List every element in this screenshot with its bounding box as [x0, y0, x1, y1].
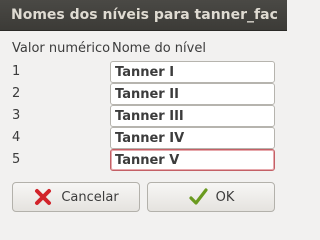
level-name-input[interactable]: [110, 83, 275, 105]
dialog-content: Valor numérico Nome do nível 1 2 3 4 5 C…: [0, 31, 287, 234]
row-number: 3: [12, 108, 21, 123]
row-number: 1: [12, 64, 21, 79]
ok-button[interactable]: OK: [147, 182, 275, 212]
row-number: 4: [12, 130, 21, 145]
cancel-label: Cancelar: [61, 189, 119, 205]
level-name-input[interactable]: [110, 61, 275, 83]
cancel-button[interactable]: Cancelar: [12, 182, 140, 212]
row-number: 5: [12, 152, 21, 167]
window-title: Nomes dos níveis para tanner_fac: [11, 7, 278, 23]
level-name-input[interactable]: [110, 105, 275, 127]
level-name-input-focused[interactable]: [110, 149, 275, 171]
column-header-name: Nome do nível: [112, 41, 206, 56]
level-name-input[interactable]: [110, 127, 275, 149]
dialog-window: Nomes dos níveis para tanner_fac Valor n…: [0, 0, 287, 234]
row-number: 2: [12, 86, 21, 101]
checkmark-icon: [188, 187, 208, 207]
ok-label: OK: [215, 189, 235, 205]
column-header-value: Valor numérico: [12, 41, 111, 56]
title-bar[interactable]: Nomes dos níveis para tanner_fac: [0, 0, 287, 31]
cancel-x-icon: [33, 187, 53, 207]
